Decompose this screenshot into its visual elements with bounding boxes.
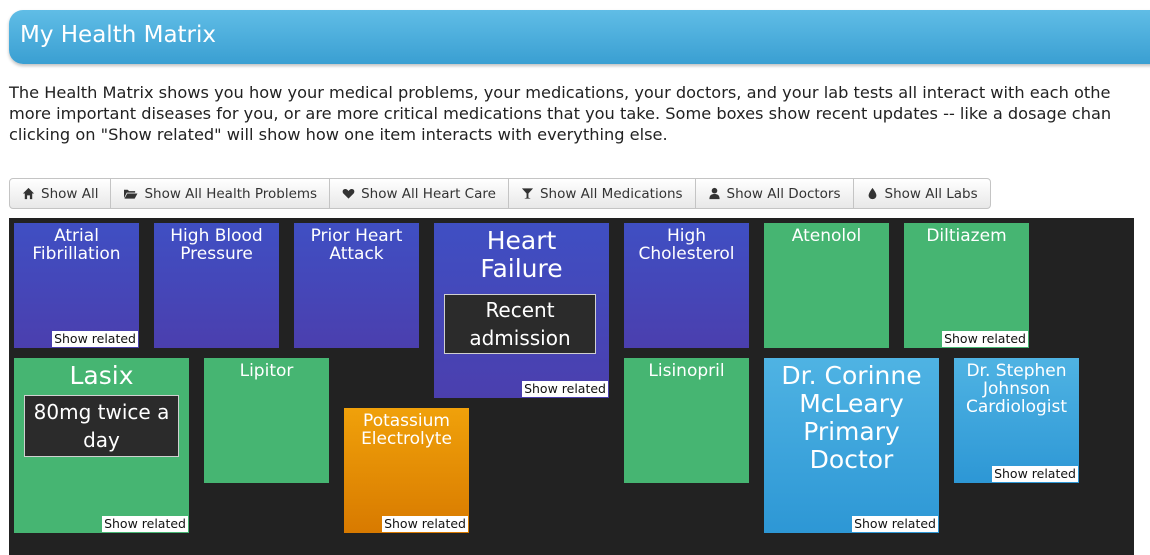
recent-update-note: Recent admission	[444, 294, 596, 354]
show-all-doctors-label: Show All Doctors	[726, 185, 841, 202]
tile-atenolol[interactable]: Atenolol	[764, 223, 889, 348]
intro-line-3: clicking on "Show related" will show how…	[9, 125, 668, 144]
intro-text: The Health Matrix shows you how your med…	[9, 82, 1150, 145]
user-icon	[708, 187, 721, 200]
show-related-link[interactable]: Show related	[852, 516, 938, 532]
tile-lisinopril[interactable]: Lisinopril	[624, 358, 749, 483]
show-all-health-problems-button[interactable]: Show All Health Problems	[111, 179, 331, 208]
tile-title: Lisinopril	[648, 361, 725, 381]
drop-icon	[866, 187, 879, 200]
tile-prior-heart-attack[interactable]: Prior Heart Attack	[294, 223, 419, 348]
show-related-link[interactable]: Show related	[992, 466, 1078, 482]
show-all-label: Show All	[41, 185, 99, 202]
tile-heart-failure[interactable]: Heart Failure Recent admission Show rela…	[434, 223, 609, 398]
intro-line-2: more important diseases for you, or are …	[9, 104, 1112, 123]
show-all-button[interactable]: Show All	[10, 179, 112, 208]
show-all-labs-button[interactable]: Show All Labs	[854, 179, 990, 208]
folder-open-icon	[123, 187, 138, 200]
page-title: My Health Matrix	[20, 22, 217, 48]
tile-title: Heart Failure	[480, 226, 563, 283]
glass-icon	[521, 187, 534, 200]
health-matrix: Atrial Fibrillation Show related High Bl…	[9, 218, 1134, 555]
tile-title: Atenolol	[791, 226, 862, 246]
tile-title: Prior Heart Attack	[310, 226, 403, 264]
recent-update-note: 80mg twice a day	[24, 395, 179, 457]
intro-line-1: The Health Matrix shows you how your med…	[9, 83, 1111, 102]
tile-title: Potassium Electrolyte	[361, 411, 452, 449]
home-icon	[22, 187, 35, 200]
show-all-health-problems-label: Show All Health Problems	[144, 185, 318, 202]
tile-title: High Blood Pressure	[170, 226, 263, 264]
tile-diltiazem[interactable]: Diltiazem Show related	[904, 223, 1029, 348]
show-all-doctors-button[interactable]: Show All Doctors	[696, 179, 854, 208]
tile-atrial-fibrillation[interactable]: Atrial Fibrillation Show related	[14, 223, 139, 348]
tile-title: Dr. Corinne McLeary Primary Doctor	[781, 361, 922, 474]
tile-title: High Cholesterol	[638, 226, 735, 264]
show-related-link[interactable]: Show related	[382, 516, 468, 532]
show-related-link[interactable]: Show related	[102, 516, 188, 532]
tile-lipitor[interactable]: Lipitor	[204, 358, 329, 483]
tile-lasix[interactable]: Lasix 80mg twice a day Show related	[14, 358, 189, 533]
tile-title: Dr. Stephen Johnson Cardiologist	[965, 361, 1068, 417]
heart-icon	[342, 187, 355, 200]
tile-title: Lipitor	[239, 361, 294, 381]
show-all-heart-care-button[interactable]: Show All Heart Care	[330, 179, 509, 208]
page-header: My Health Matrix	[9, 10, 1150, 64]
show-all-labs-label: Show All Labs	[884, 185, 978, 202]
show-all-heart-care-label: Show All Heart Care	[361, 185, 496, 202]
tile-potassium-electrolyte[interactable]: Potassium Electrolyte Show related	[344, 408, 469, 533]
tile-title: Atrial Fibrillation	[32, 226, 121, 264]
filter-toolbar: Show All Show All Health Problems Show A…	[9, 178, 991, 209]
tile-dr-stephen-johnson[interactable]: Dr. Stephen Johnson Cardiologist Show re…	[954, 358, 1079, 483]
tile-title: Lasix	[69, 361, 134, 390]
show-related-link[interactable]: Show related	[522, 381, 608, 397]
tile-title: Diltiazem	[926, 226, 1007, 246]
show-all-medications-label: Show All Medications	[539, 185, 683, 202]
show-related-link[interactable]: Show related	[52, 331, 138, 347]
show-all-medications-button[interactable]: Show All Medications	[509, 179, 696, 208]
tile-dr-corinne-mcleary[interactable]: Dr. Corinne McLeary Primary Doctor Show …	[764, 358, 939, 533]
tile-high-cholesterol[interactable]: High Cholesterol	[624, 223, 749, 348]
tile-high-blood-pressure[interactable]: High Blood Pressure	[154, 223, 279, 348]
show-related-link[interactable]: Show related	[942, 331, 1028, 347]
